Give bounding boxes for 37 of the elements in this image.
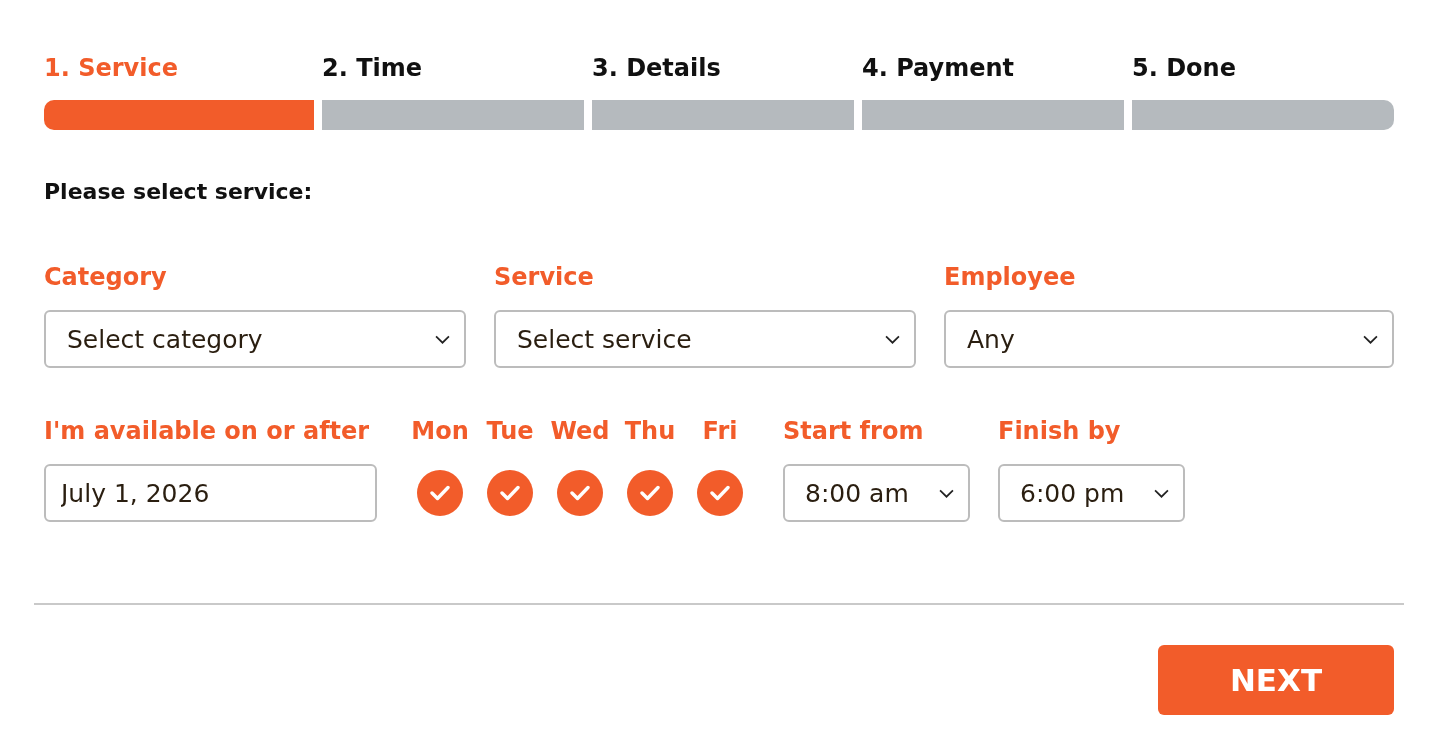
finish-time-select[interactable]: 6:00 pm bbox=[998, 464, 1185, 522]
field-label: Service bbox=[494, 262, 594, 292]
day-label: Fri bbox=[702, 416, 738, 446]
day-checkbox[interactable] bbox=[627, 470, 673, 516]
day-label: Thu bbox=[624, 416, 676, 446]
field-label: I'm available on or after bbox=[44, 416, 370, 446]
step-label: 2. Time bbox=[322, 53, 423, 83]
start-time-select[interactable]: 8:00 am bbox=[783, 464, 970, 522]
check-icon bbox=[710, 485, 730, 501]
chevron-down-icon bbox=[939, 488, 954, 498]
day-label: Mon bbox=[411, 416, 469, 446]
day-label: Tue bbox=[486, 416, 534, 446]
step-label: 1. Service bbox=[44, 53, 178, 83]
step-label: 5. Done bbox=[1132, 53, 1236, 83]
chevron-down-icon bbox=[1154, 488, 1169, 498]
service-select[interactable]: Select service bbox=[494, 310, 916, 368]
day-checkbox[interactable] bbox=[417, 470, 463, 516]
category-select[interactable]: Select category bbox=[44, 310, 466, 368]
chevron-down-icon bbox=[885, 334, 900, 344]
check-icon bbox=[500, 485, 520, 501]
check-icon bbox=[640, 485, 660, 501]
chevron-down-icon bbox=[1363, 334, 1378, 344]
chevron-down-icon bbox=[435, 334, 450, 344]
employee-select[interactable]: Any bbox=[944, 310, 1394, 368]
step-label: 4. Payment bbox=[862, 53, 1015, 83]
field-label: Finish by bbox=[998, 416, 1121, 446]
check-icon bbox=[570, 485, 590, 501]
section-heading: Please select service: bbox=[44, 178, 313, 206]
field-label: Category bbox=[44, 262, 167, 292]
step-label: 3. Details bbox=[592, 53, 721, 83]
day-checkbox[interactable] bbox=[697, 470, 743, 516]
day-label: Wed bbox=[550, 416, 610, 446]
field-label: Start from bbox=[783, 416, 924, 446]
day-checkbox[interactable] bbox=[557, 470, 603, 516]
field-label: Employee bbox=[944, 262, 1076, 292]
day-checkbox[interactable] bbox=[487, 470, 533, 516]
check-icon bbox=[430, 485, 450, 501]
